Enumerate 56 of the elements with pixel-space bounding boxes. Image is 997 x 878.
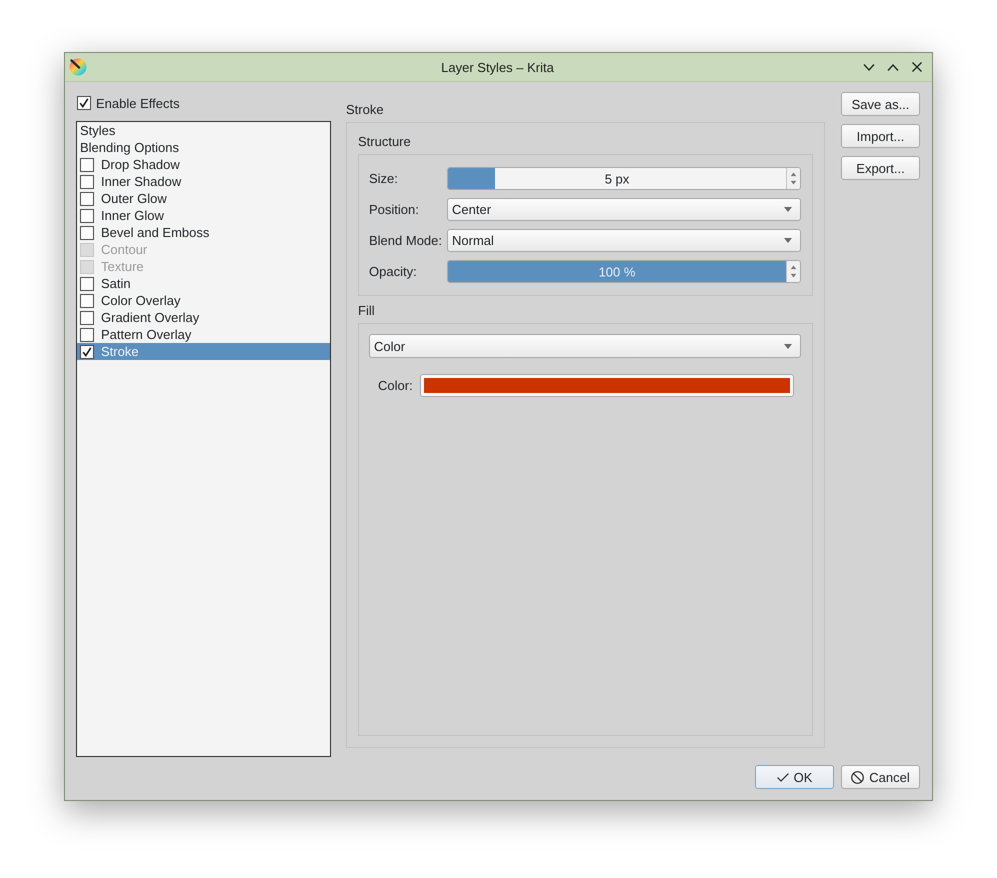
checkbox[interactable] [80, 276, 94, 290]
caret-icon [784, 207, 792, 212]
checkbox[interactable] [77, 96, 91, 110]
dialog-button[interactable]: Import... [841, 124, 920, 148]
spin-arrows-icon[interactable] [786, 168, 800, 189]
field-label: Size: [369, 171, 399, 186]
checkbox[interactable] [80, 294, 94, 308]
list-item[interactable]: Inner Glow [77, 207, 330, 224]
checkbox-label[interactable]: Enable Effects [96, 96, 180, 110]
list-item[interactable]: Pattern Overlay [77, 326, 330, 343]
color-button[interactable] [420, 374, 794, 396]
checkbox[interactable] [80, 226, 94, 240]
section-title: Fill [358, 302, 375, 320]
section-title: Stroke [346, 101, 384, 119]
caret-icon [784, 238, 792, 243]
list-item[interactable]: Drop Shadow [77, 156, 330, 173]
checkbox[interactable] [80, 310, 94, 324]
list-item[interactable]: Bevel and Emboss [77, 224, 330, 241]
slider-value: 100 % [598, 264, 636, 279]
checkmark-icon [82, 346, 92, 356]
slider-value: 5 px [604, 171, 630, 186]
app-logo-icon [69, 58, 87, 76]
cancel-button[interactable]: Cancel [841, 765, 920, 789]
dropdown[interactable]: Center [447, 198, 801, 221]
checkbox[interactable] [80, 344, 94, 358]
chevron-up-icon [886, 64, 898, 70]
fill-type-dropdown[interactable]: Color [369, 334, 801, 358]
dialog-button[interactable]: Export... [841, 156, 920, 180]
list-item[interactable]: Inner Shadow [77, 173, 330, 190]
dropdown[interactable]: Normal [447, 229, 801, 252]
field-label: Blend Mode: [369, 233, 443, 248]
close-icon [912, 62, 922, 72]
field-label: Opacity: [369, 264, 418, 279]
checkmark-icon [79, 98, 89, 108]
checkbox[interactable] [80, 328, 94, 342]
checkbox[interactable] [80, 174, 94, 188]
section-title: Structure [358, 133, 411, 151]
list-item[interactable]: Gradient Overlay [77, 309, 330, 326]
spin-arrows-icon[interactable] [786, 261, 800, 282]
caret-icon [784, 344, 792, 348]
window-title: Layer Styles – Krita [441, 60, 554, 74]
checkmark-icon [776, 772, 789, 782]
dialog-button[interactable]: Save as... [841, 92, 920, 116]
list-item[interactable]: Styles [77, 122, 330, 139]
list-item[interactable]: Color Overlay [77, 292, 330, 309]
list-item[interactable]: Satin [77, 275, 330, 292]
checkbox[interactable] [80, 192, 94, 206]
chevron-down-icon [862, 64, 874, 70]
field-label: Position: [369, 202, 420, 217]
list-item[interactable]: Blending Options [77, 139, 330, 156]
checkbox[interactable] [80, 158, 94, 172]
cancel-icon [851, 770, 864, 784]
field-label: Color: [378, 378, 413, 392]
list-item[interactable]: Outer Glow [77, 190, 330, 207]
checkbox[interactable] [80, 208, 94, 222]
ok-button[interactable]: OK [755, 765, 834, 789]
